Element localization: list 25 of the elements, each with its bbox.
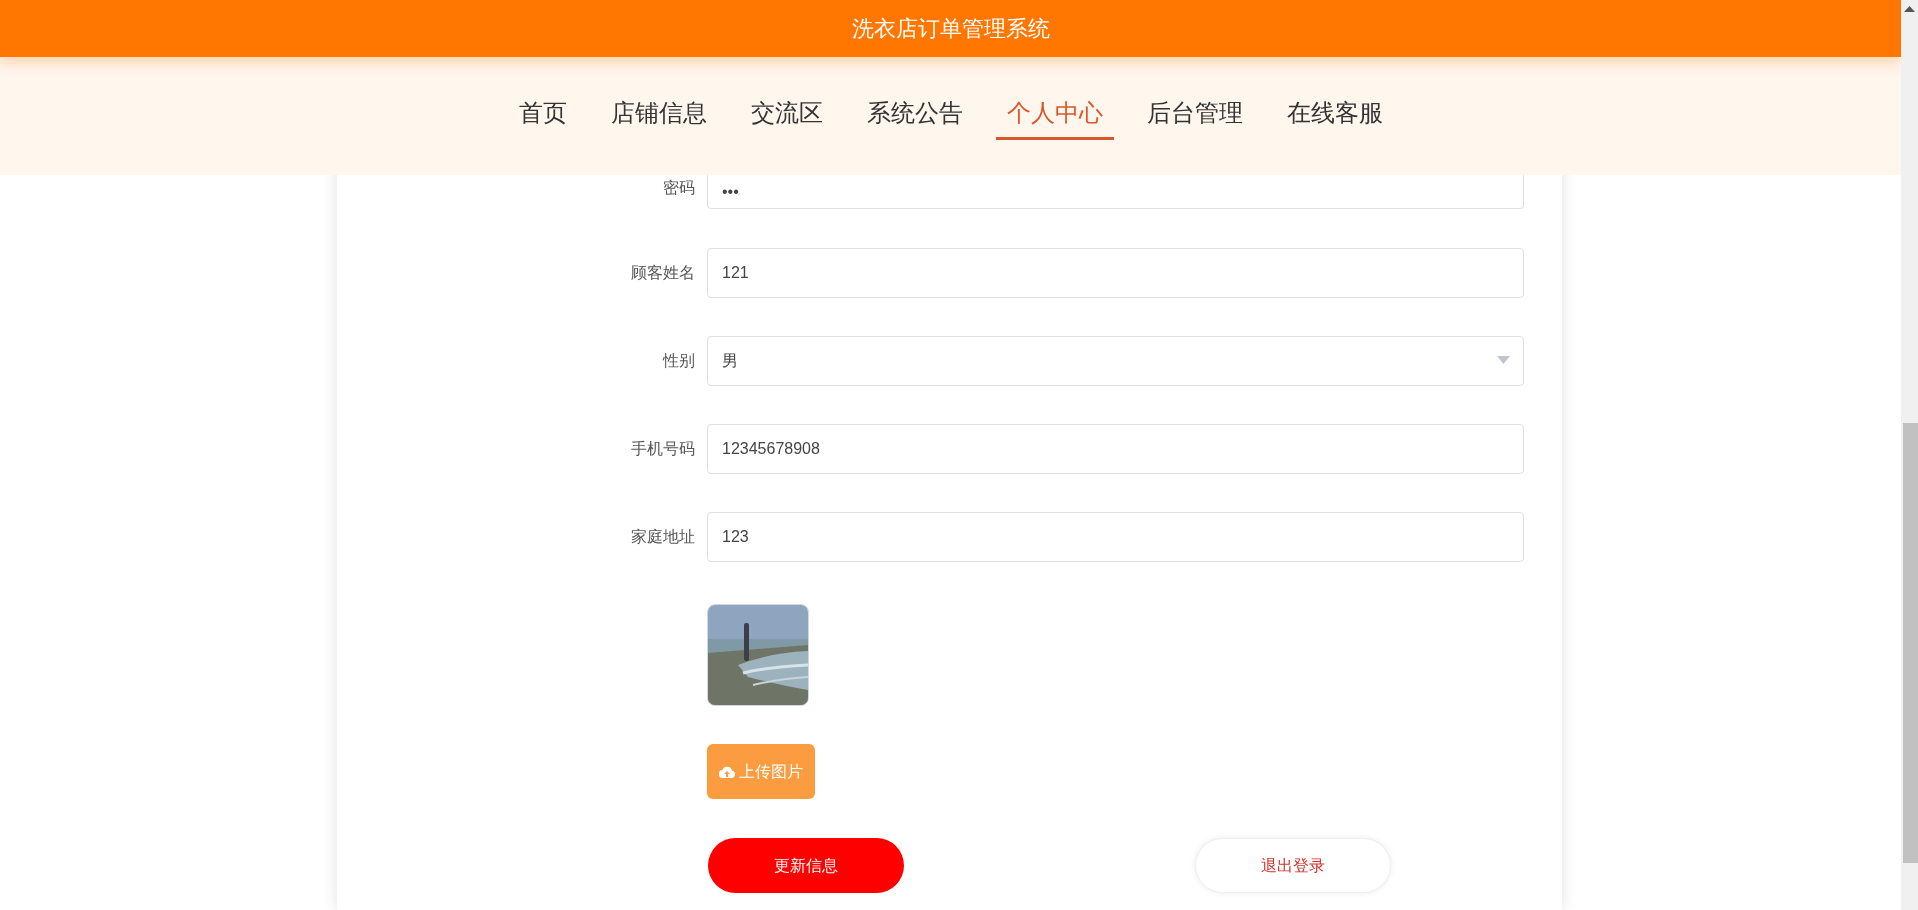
input-field[interactable]: 121 [707,248,1524,298]
scroll-up-icon[interactable] [1904,6,1915,12]
input-field[interactable]: 123 [707,512,1524,562]
field-label: 密码 [662,178,696,198]
nav-tab[interactable]: 交流区 [739,95,834,140]
update-button[interactable]: 更新信息 [708,838,904,893]
nav-tab[interactable]: 个人中心 [995,95,1114,140]
gender-select[interactable]: 男 [707,336,1524,386]
nav-tab[interactable]: 首页 [507,95,578,140]
input-field[interactable]: 12345678908 [707,424,1524,474]
site-title: 洗衣店订单管理系统 [851,15,1050,43]
caret-icon [1497,356,1510,364]
field-label: 顾客姓名 [630,263,696,283]
scrollbar[interactable] [1901,0,1918,910]
nav-tab[interactable]: 在线客服 [1275,95,1394,140]
field-label: 手机号码 [630,439,696,459]
nav-tab[interactable]: 系统公告 [855,95,974,140]
scrollbar-thumb[interactable] [1903,423,1918,863]
cloud-upload-icon [719,765,735,778]
nav-tab[interactable]: 后台管理 [1135,95,1254,140]
field-label: 家庭地址 [630,527,696,547]
logout-button[interactable]: 退出登录 [1195,838,1391,893]
input-field[interactable]: ••• [707,175,1524,209]
nav-tab[interactable]: 店铺信息 [599,95,718,140]
field-label: 性别 [661,351,696,371]
